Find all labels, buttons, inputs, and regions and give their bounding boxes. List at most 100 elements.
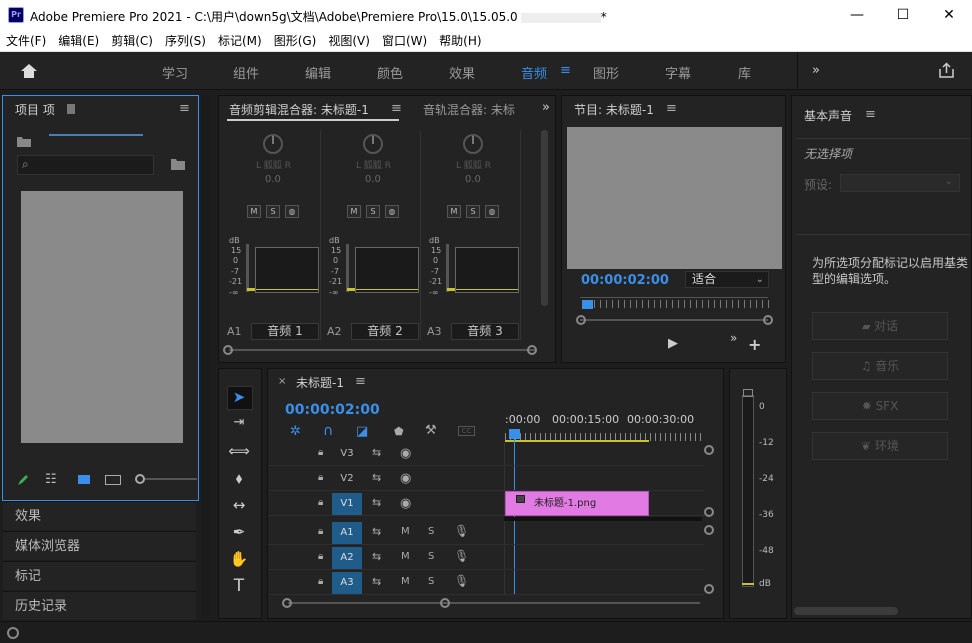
razor-tool-icon[interactable]: ⬧ <box>228 467 250 489</box>
workspace-color[interactable]: 颜色 <box>377 63 403 82</box>
menu-clip[interactable]: 剪辑(C) <box>105 30 159 52</box>
pan-knob[interactable] <box>363 134 383 154</box>
markers-panel-tab[interactable]: 标记 <box>3 561 196 590</box>
project-preview-thumbnail[interactable] <box>21 191 183 443</box>
minimize-button[interactable]: — <box>834 0 880 30</box>
type-tool-icon[interactable]: T <box>228 575 250 597</box>
audio-scroll-bottom-handle[interactable] <box>704 584 714 594</box>
menu-markers[interactable]: 标记(M) <box>212 30 268 52</box>
workspace-effects[interactable]: 效果 <box>449 63 475 82</box>
zoom-slider-handle[interactable] <box>135 474 145 484</box>
close-button[interactable]: ✕ <box>926 0 972 30</box>
captions-icon[interactable]: CC <box>458 426 475 436</box>
track-target[interactable]: A3 <box>332 572 362 594</box>
eye-icon[interactable]: ◉ <box>400 496 411 511</box>
workspace-editing[interactable]: 编辑 <box>305 63 331 82</box>
track-target[interactable]: V1 <box>332 493 362 515</box>
eye-icon[interactable]: ◉ <box>400 446 411 461</box>
timeline-scroll-left-handle[interactable] <box>282 598 292 608</box>
timeline-playhead[interactable] <box>509 429 520 439</box>
tab-audio-track-mixer[interactable]: 音轨混合器: 未标 <box>423 101 515 118</box>
microphone-icon[interactable]: 🎙︎ <box>454 549 469 563</box>
menu-help[interactable]: 帮助(H) <box>433 30 487 52</box>
menu-sequence[interactable]: 序列(S) <box>159 30 212 52</box>
pan-knob[interactable] <box>263 134 283 154</box>
sequence-tab[interactable]: 未标题-1 <box>296 374 344 391</box>
workspace-graphics[interactable]: 图形 <box>593 63 619 82</box>
audio-track-a1[interactable]: 🔒︎ A1 ⇆ M S 🎙︎ <box>268 521 704 545</box>
tab-audio-clip-mixer[interactable]: 音频剪辑混合器: 未标题-1 <box>229 101 369 118</box>
video-track-v3[interactable]: 🔒︎ V3 ⇆ ◉ <box>268 442 704 466</box>
timeline-scroll-right-handle[interactable] <box>440 598 450 608</box>
mixer-menu-icon[interactable]: ≡ <box>391 101 402 116</box>
ripple-edit-tool-icon[interactable]: ⟺ <box>228 440 250 462</box>
microphone-icon[interactable]: 🎙︎ <box>454 524 469 538</box>
add-marker-icon[interactable]: ⬟ <box>394 425 404 438</box>
pan-knob[interactable] <box>463 134 483 154</box>
maximize-button[interactable]: ☐ <box>880 0 926 30</box>
linked-selection-icon[interactable]: ◪ <box>356 424 368 439</box>
more-workspaces-icon[interactable]: » <box>812 63 820 78</box>
mute-button[interactable]: M <box>247 205 261 218</box>
program-timecode[interactable]: 00:00:02:00 <box>581 273 669 288</box>
workspace-captions[interactable]: 字幕 <box>665 63 691 82</box>
sync-lock-icon[interactable]: ⇆ <box>372 471 381 484</box>
menu-edit[interactable]: 编辑(E) <box>52 30 105 52</box>
workspace-menu-icon[interactable]: ≡ <box>560 63 571 78</box>
lock-icon[interactable]: 🔒︎ <box>318 576 323 587</box>
sfx-button[interactable]: ✸ SFX <box>812 392 948 420</box>
menu-file[interactable]: 文件(F) <box>0 30 52 52</box>
mute-button[interactable]: M <box>447 205 461 218</box>
play-button[interactable]: ▶ <box>668 336 678 351</box>
program-zoom-left-handle[interactable] <box>576 315 586 325</box>
sync-lock-icon[interactable]: ⇆ <box>372 550 381 563</box>
program-zoom-right-handle[interactable] <box>763 315 773 325</box>
sync-lock-icon[interactable]: ⇆ <box>372 446 381 459</box>
channel-name[interactable]: 音频 3 <box>451 323 519 340</box>
track-solo-button[interactable]: S <box>428 551 434 562</box>
zoom-slider-track[interactable] <box>145 478 197 480</box>
record-enable-icon[interactable]: ◍ <box>485 205 499 218</box>
track-mute-button[interactable]: M <box>401 526 410 537</box>
home-icon[interactable] <box>20 63 38 79</box>
pen-tool-icon[interactable]: ✒ <box>228 521 250 543</box>
mixer-vertical-scrollbar[interactable] <box>541 130 548 306</box>
project-menu-icon[interactable]: ≡ <box>179 101 190 116</box>
pan-value[interactable]: 0.0 <box>465 174 481 185</box>
microphone-icon[interactable]: 🎙︎ <box>454 574 469 588</box>
workspace-learning[interactable]: 学习 <box>162 63 188 82</box>
essential-sound-scrollbar[interactable] <box>794 607 898 615</box>
solo-button[interactable]: S <box>466 205 480 218</box>
project-search-input[interactable]: ⌕ <box>17 155 154 175</box>
eye-icon[interactable]: ◉ <box>400 471 411 486</box>
fit-zoom-select[interactable]: 适合 ⌄ <box>685 271 769 288</box>
slip-tool-icon[interactable]: ↔ <box>228 494 250 516</box>
timeline-menu-icon[interactable]: ≡ <box>355 374 366 389</box>
program-playhead[interactable] <box>582 300 593 309</box>
music-button[interactable]: ♫ 音乐 <box>812 352 948 380</box>
record-enable-icon[interactable]: ◍ <box>385 205 399 218</box>
dialogue-button[interactable]: ▰ 对话 <box>812 312 948 340</box>
nest-icon[interactable]: ✲ <box>290 424 301 439</box>
list-view-icon[interactable]: ☷ <box>45 472 57 487</box>
button-editor-plus-icon[interactable]: + <box>748 335 761 354</box>
audio-track-a2[interactable]: 🔒︎ A2 ⇆ M S 🎙︎ <box>268 546 704 570</box>
lock-icon[interactable]: 🔒︎ <box>318 447 323 458</box>
essential-sound-menu-icon[interactable]: ≡ <box>865 107 876 122</box>
left-panel-scrollbar[interactable] <box>201 95 209 619</box>
audio-scroll-top-handle[interactable] <box>704 525 714 535</box>
record-enable-icon[interactable]: ◍ <box>285 205 299 218</box>
menu-window[interactable]: 窗口(W) <box>376 30 433 52</box>
sync-lock-icon[interactable]: ⇆ <box>372 496 381 509</box>
menu-view[interactable]: 视图(V) <box>322 30 376 52</box>
track-target[interactable]: A2 <box>332 547 362 569</box>
pan-value[interactable]: 0.0 <box>265 174 281 185</box>
menu-graphics[interactable]: 图形(G) <box>268 30 323 52</box>
workspace-audio[interactable]: 音频 <box>521 63 547 82</box>
icon-view-icon[interactable] <box>78 475 90 484</box>
workspace-libraries[interactable]: 库 <box>738 63 751 82</box>
mute-button[interactable]: M <box>347 205 361 218</box>
wrench-icon[interactable]: ⚒ <box>425 423 437 438</box>
selection-tool-icon[interactable]: ➤ <box>228 386 250 408</box>
track-select-tool-icon[interactable]: ⇥ <box>228 412 250 434</box>
